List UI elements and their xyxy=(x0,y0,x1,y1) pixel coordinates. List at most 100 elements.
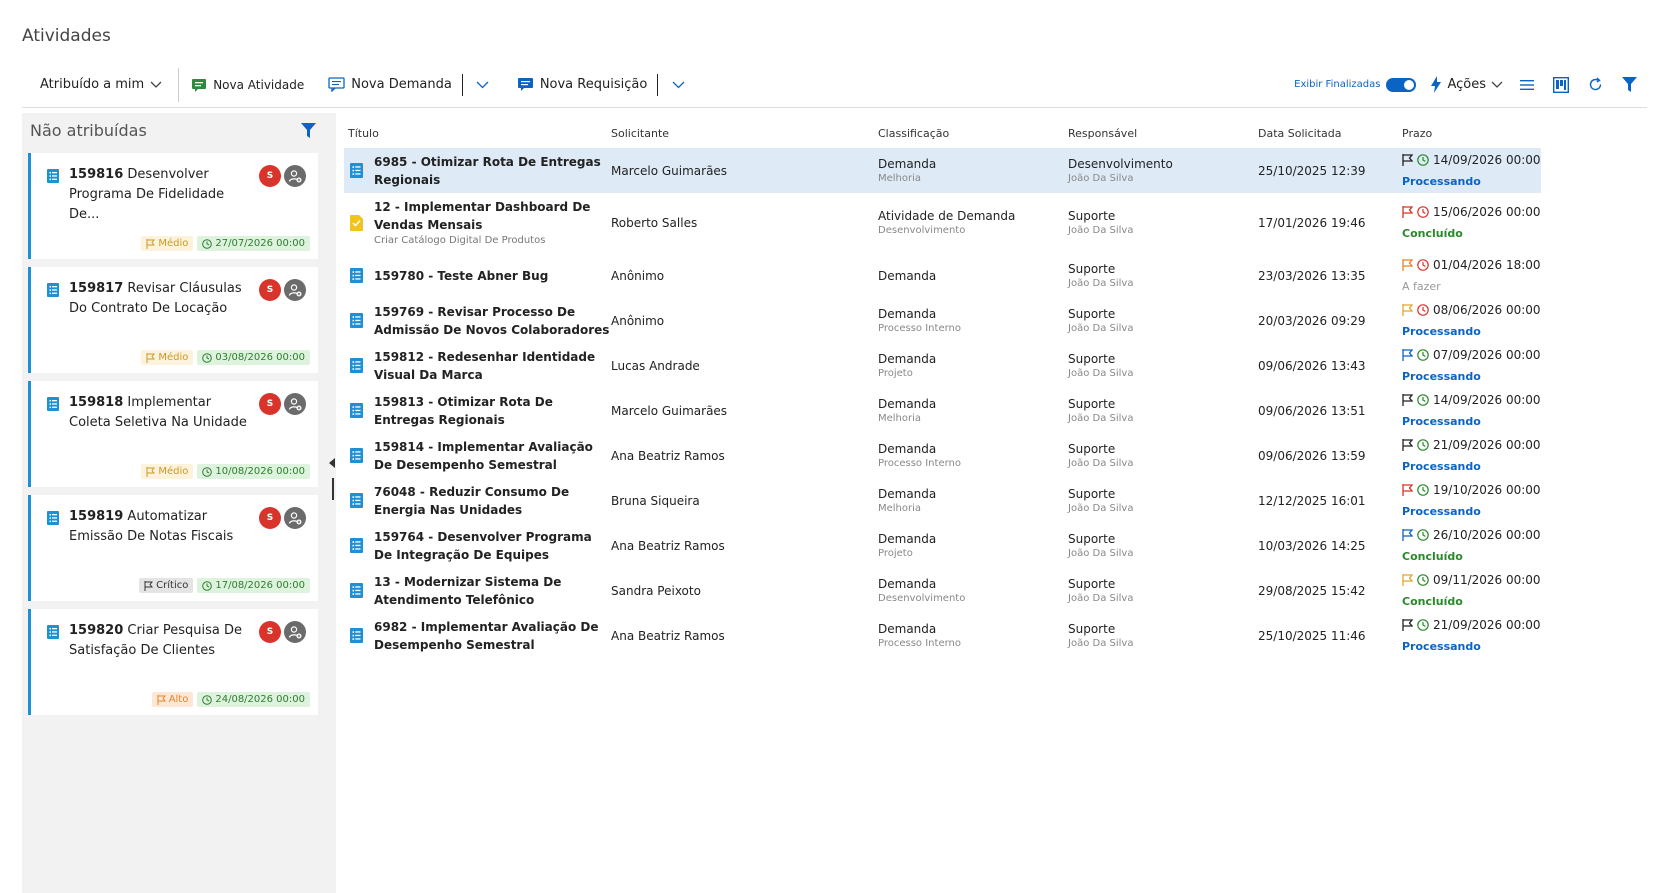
responsible-team: Suporte xyxy=(1068,531,1116,546)
assign-user-button[interactable] xyxy=(284,165,306,187)
avatar[interactable]: S xyxy=(259,507,281,529)
cell-title[interactable]: 159769 - Revisar Processo De Admissão De… xyxy=(344,298,611,343)
requester-name: Ana Beatriz Ramos xyxy=(611,538,725,553)
cell-requester: Ana Beatriz Ramos xyxy=(611,433,878,478)
table-row[interactable]: 159812 - Redesenhar Identidade Visual Da… xyxy=(344,343,1541,388)
requester-name: Anônimo xyxy=(611,313,665,328)
header-title[interactable]: Título xyxy=(344,127,611,140)
unassigned-filter-button[interactable] xyxy=(301,123,316,142)
cell-title[interactable]: 159780 - Teste Abner Bug xyxy=(344,253,611,298)
title-wrap: 159769 - Revisar Processo De Admissão De… xyxy=(374,303,611,339)
requested-date: 09/06/2026 13:51 xyxy=(1258,403,1366,418)
clock-icon xyxy=(1417,438,1429,451)
cell-title[interactable]: 6985 - Otimizar Rota De Entregas Regiona… xyxy=(344,148,611,193)
clock-icon xyxy=(1417,483,1429,496)
list-view-button[interactable] xyxy=(1517,75,1537,95)
requester-name: Lucas Andrade xyxy=(611,358,700,373)
row-title: 159780 - Teste Abner Bug xyxy=(374,268,549,283)
nova-demanda-button[interactable]: Nova Demanda xyxy=(328,77,452,92)
avatar[interactable]: S xyxy=(259,165,281,187)
header-classification[interactable]: Classificação xyxy=(878,127,1068,140)
cell-title[interactable]: 13 - Modernizar Sistema De Atendimento T… xyxy=(344,568,611,613)
responsible-person: João Da Silva xyxy=(1068,172,1134,184)
activities-table: Título Solicitante Classificação Respons… xyxy=(344,118,1541,658)
priority-label: Médio xyxy=(158,238,189,249)
table-row[interactable]: 159764 - Desenvolver Programa De Integra… xyxy=(344,523,1541,568)
cell-title[interactable]: 12 - Implementar Dashboard De Vendas Men… xyxy=(344,193,611,253)
deadline-date: 26/10/2026 00:00 xyxy=(1433,527,1541,542)
classification: Demanda xyxy=(878,156,937,171)
header-date[interactable]: Data Solicitada xyxy=(1258,127,1400,140)
cell-requester: Anônimo xyxy=(611,298,878,343)
acoes-dropdown[interactable]: Ações xyxy=(1430,76,1503,93)
header-requester[interactable]: Solicitante xyxy=(611,127,878,140)
toggle-switch[interactable] xyxy=(1386,77,1417,92)
assign-user-button[interactable] xyxy=(284,393,306,415)
responsible-person: João Da Silva xyxy=(1068,547,1134,559)
unassigned-card[interactable]: 159819 Automatizar Emissão De Notas Fisc… xyxy=(28,495,318,601)
cell-title[interactable]: 159764 - Desenvolver Programa De Integra… xyxy=(344,523,611,568)
status-label: Processando xyxy=(1402,414,1481,428)
card-id: 159817 xyxy=(69,281,124,296)
classification: Atividade de Demanda xyxy=(878,209,1016,223)
cell-deadline: 14/09/2026 00:00 Processando xyxy=(1400,388,1541,433)
cell-classification: Demanda Melhoria xyxy=(878,148,1068,193)
flag-icon xyxy=(1402,618,1413,631)
activity-doc-icon xyxy=(350,215,363,231)
filter-button[interactable] xyxy=(1619,75,1639,95)
table-row[interactable]: 159769 - Revisar Processo De Admissão De… xyxy=(344,298,1541,343)
cell-responsible: Suporte João Da Silva xyxy=(1068,433,1258,478)
header-deadline[interactable]: Prazo xyxy=(1400,127,1541,140)
refresh-button[interactable] xyxy=(1585,75,1605,95)
unassigned-card[interactable]: 159818 Implementar Coleta Seletiva Na Un… xyxy=(28,381,318,487)
cell-title[interactable]: 159813 - Otimizar Rota De Entregas Regio… xyxy=(344,388,611,433)
assign-user-button[interactable] xyxy=(284,507,306,529)
table-row[interactable]: 12 - Implementar Dashboard De Vendas Men… xyxy=(344,193,1541,253)
requester-name: Marcelo Guimarães xyxy=(611,163,728,178)
classification: Demanda xyxy=(878,621,937,636)
avatar[interactable]: S xyxy=(259,279,281,301)
flag-icon xyxy=(1402,258,1413,271)
nova-requisicao-dropdown[interactable] xyxy=(668,75,688,95)
table-row[interactable]: 159780 - Teste Abner Bug Anônimo Demanda Su… xyxy=(344,253,1541,298)
cell-title[interactable]: 159814 - Implementar Avaliação De Desemp… xyxy=(344,433,611,478)
cell-title[interactable]: 76048 - Reduzir Consumo De Energia Nas U… xyxy=(344,478,611,523)
nova-requisicao-button[interactable]: Nova Requisição xyxy=(517,77,647,92)
classification-sub: Projeto xyxy=(878,367,913,379)
title-wrap: 159764 - Desenvolver Programa De Integra… xyxy=(374,528,611,564)
cell-deadline: 21/09/2026 00:00 Processando xyxy=(1400,433,1541,478)
table-row[interactable]: 76048 - Reduzir Consumo De Energia Nas U… xyxy=(344,478,1541,523)
exibir-finalizadas-toggle[interactable]: Exibir Finalizadas xyxy=(1294,77,1417,92)
assign-user-button[interactable] xyxy=(284,621,306,643)
nova-demanda-dropdown[interactable] xyxy=(473,75,493,95)
status-label: Processando xyxy=(1402,504,1481,518)
kanban-view-button[interactable] xyxy=(1551,75,1571,95)
cell-responsible: Suporte João Da Silva xyxy=(1068,253,1258,298)
table-row[interactable]: 13 - Modernizar Sistema De Atendimento T… xyxy=(344,568,1541,613)
collapse-panel-icon[interactable] xyxy=(328,458,336,468)
assign-user-button[interactable] xyxy=(284,279,306,301)
assigned-filter-dropdown[interactable]: Atribuído a mim xyxy=(40,77,162,92)
table-row[interactable]: 159814 - Implementar Avaliação De Desemp… xyxy=(344,433,1541,478)
avatar[interactable]: S xyxy=(259,621,281,643)
classification-sub: Desenvolvimento xyxy=(878,225,966,236)
avatar[interactable]: S xyxy=(259,393,281,415)
table-row[interactable]: 6982 - Implementar Avaliação De Desempen… xyxy=(344,613,1541,658)
unassigned-card[interactable]: 159817 Revisar Cláusulas Do Contrato De … xyxy=(28,267,318,373)
demand-doc-icon xyxy=(350,627,363,643)
nova-atividade-button[interactable]: Nova Atividade xyxy=(191,77,304,93)
panel-resize-handle[interactable] xyxy=(332,478,334,500)
table-row[interactable]: 159813 - Otimizar Rota De Entregas Regio… xyxy=(344,388,1541,433)
table-row[interactable]: 6985 - Otimizar Rota De Entregas Regiona… xyxy=(344,148,1541,193)
unassigned-card[interactable]: 159816 Desenvolver Programa De Fidelidad… xyxy=(28,153,318,259)
deadline-line: 26/10/2026 00:00 xyxy=(1402,527,1541,543)
unassigned-card[interactable]: 159820 Criar Pesquisa De Satisfação De C… xyxy=(28,609,318,715)
classification-sub: Processo Interno xyxy=(878,322,961,334)
clock-icon xyxy=(1417,528,1429,541)
header-responsible[interactable]: Responsável xyxy=(1068,127,1258,140)
demand-doc-icon xyxy=(350,582,363,598)
cell-title[interactable]: 6982 - Implementar Avaliação De Desempen… xyxy=(344,613,611,658)
cell-title[interactable]: 159812 - Redesenhar Identidade Visual Da… xyxy=(344,343,611,388)
status-label: Processando xyxy=(1402,324,1481,338)
kanban-icon xyxy=(1553,76,1569,93)
